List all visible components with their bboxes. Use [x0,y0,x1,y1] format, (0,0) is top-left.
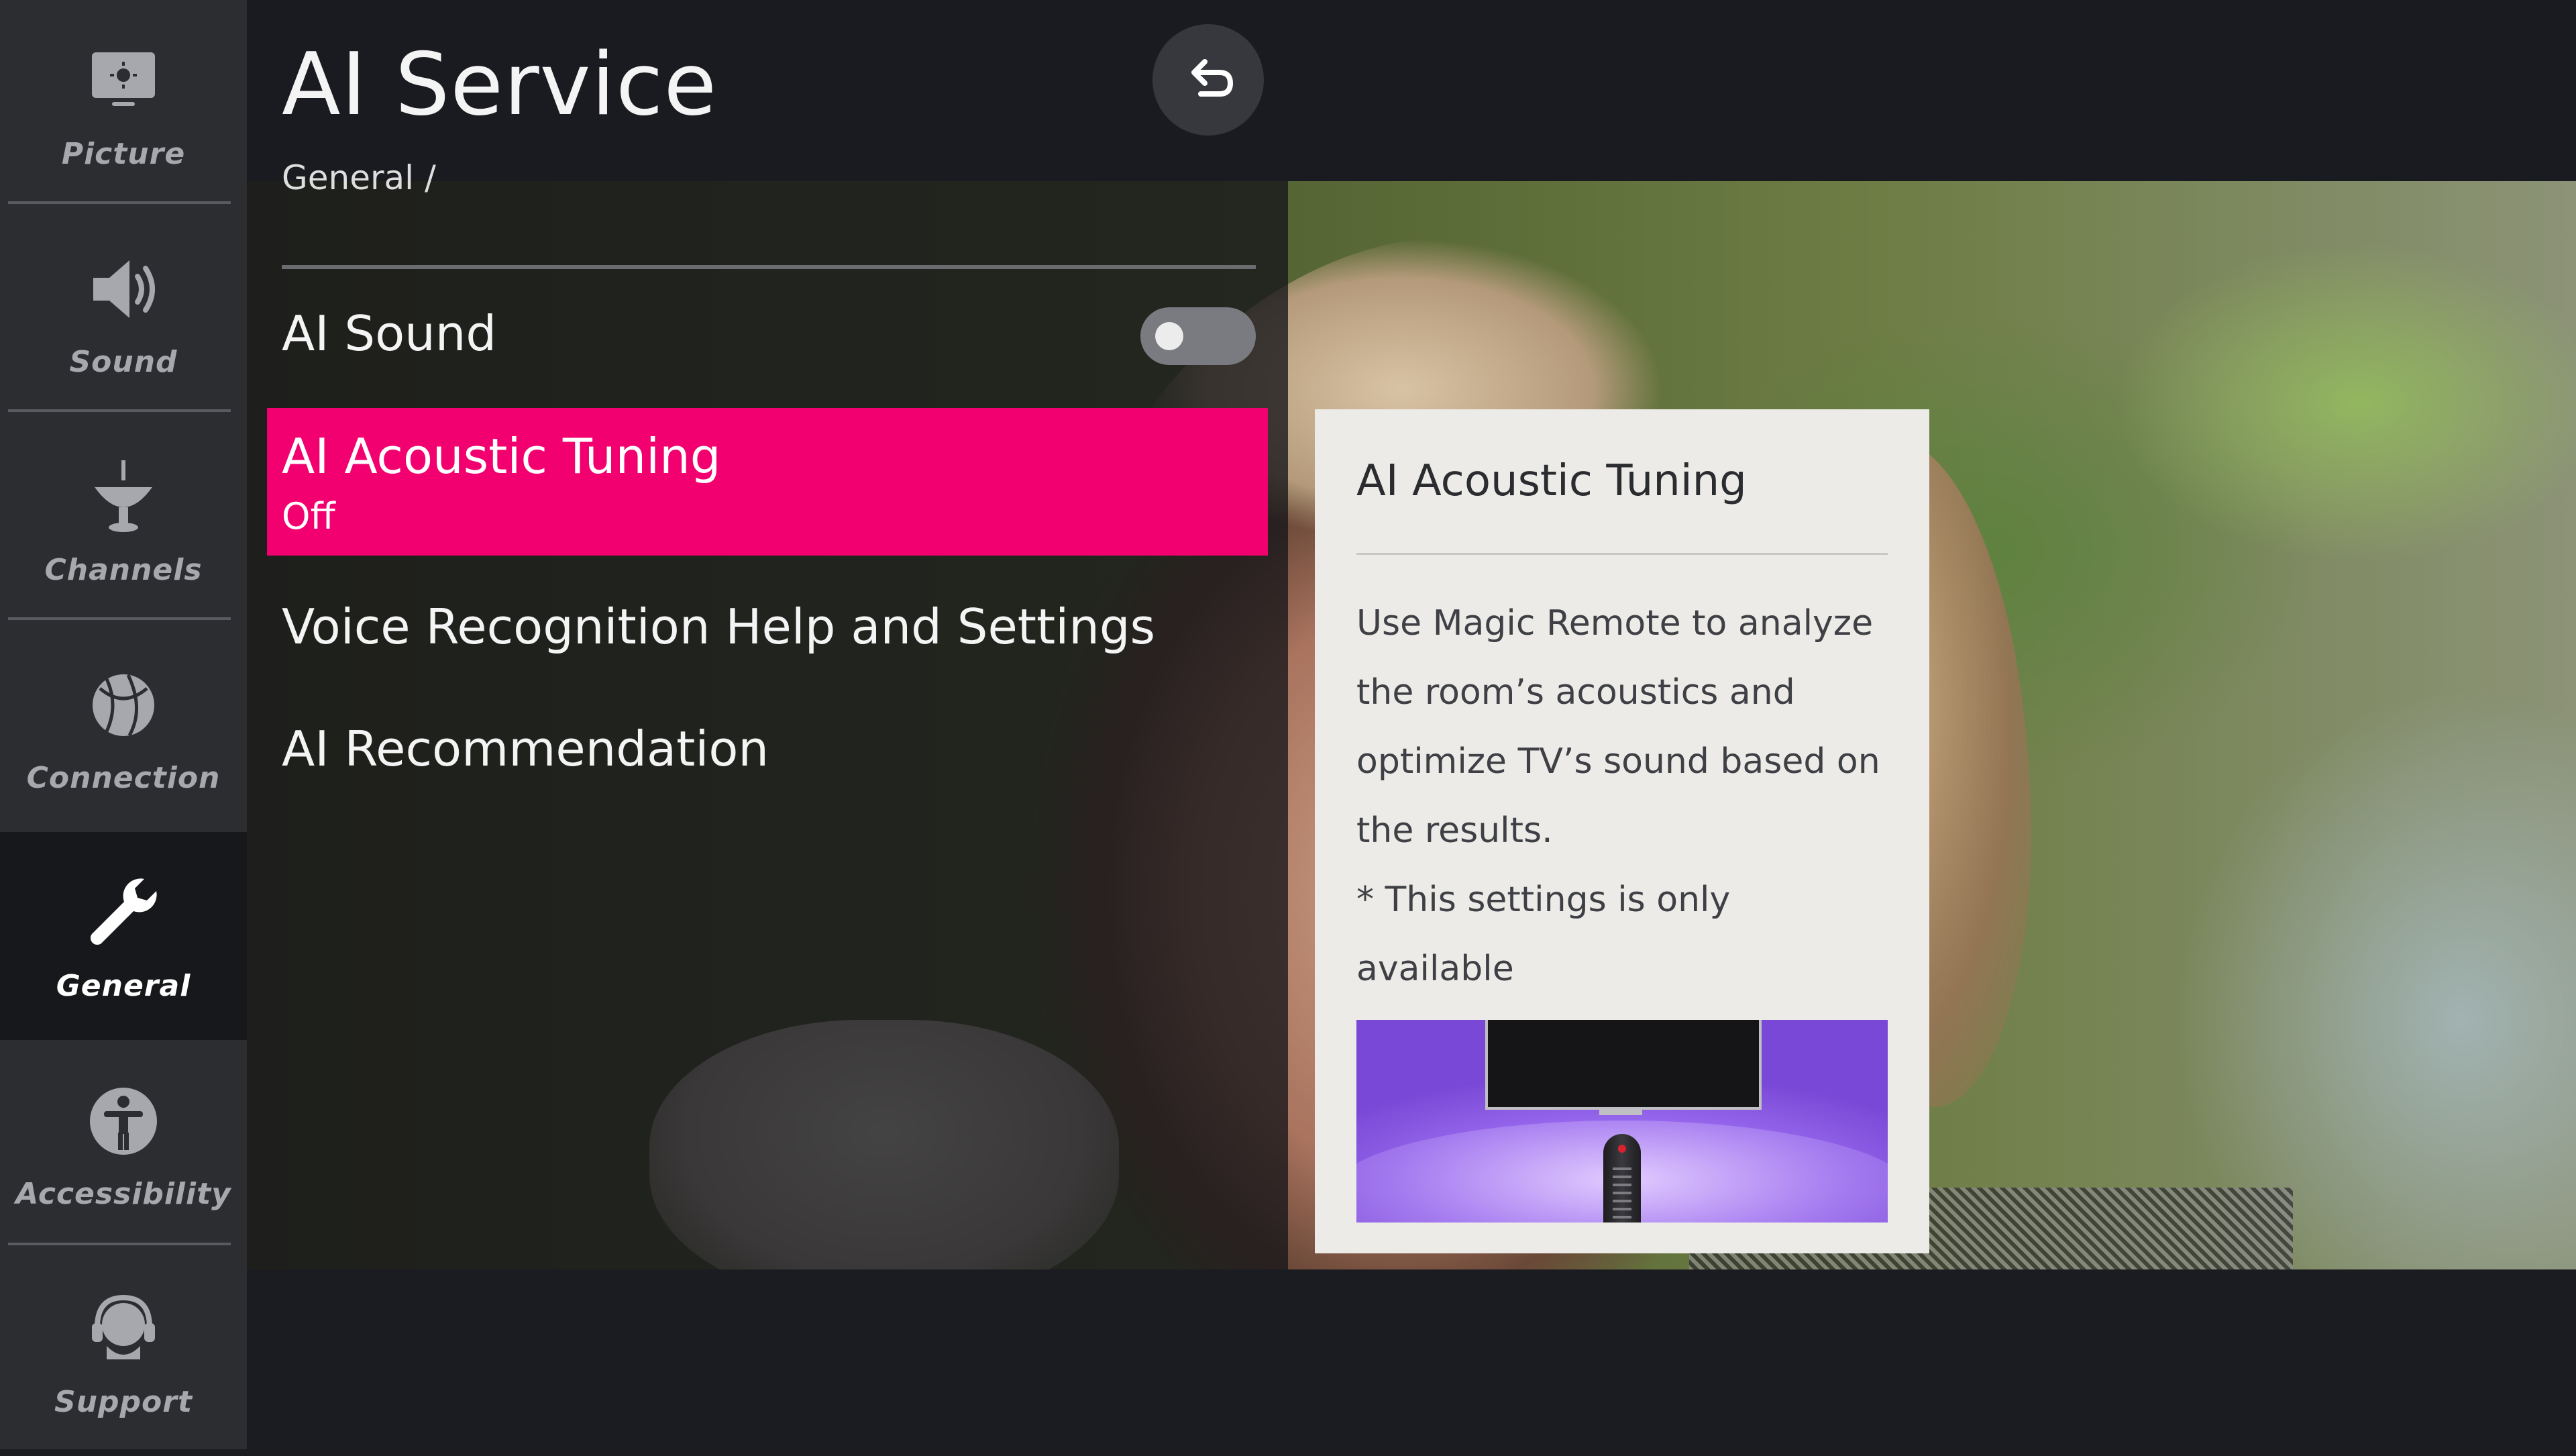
settings-sidebar: Picture Sound Channels Connection Genera… [0,0,247,1449]
sidebar-item-label: Connection [26,760,221,795]
page-title: AI Service [282,35,718,135]
info-line: the room’s acoustics and [1356,672,1795,713]
back-button[interactable] [1152,24,1264,136]
sidebar-item-picture[interactable]: Picture [0,0,247,208]
picture-icon [92,52,155,106]
info-line: * This settings is only available [1356,880,1731,989]
back-arrow-icon [1191,59,1234,97]
tv-stand [1599,1110,1642,1115]
sidebar-item-general[interactable]: General [0,832,247,1040]
tv-icon [1485,1020,1762,1110]
accessibility-icon [90,1087,157,1155]
menu-item-ai-recommendation[interactable]: AI Recommendation [282,721,769,777]
menu-item-value: Off [282,495,335,537]
remote-keypad-icon [1613,1167,1631,1223]
sidebar-divider [8,409,231,412]
sidebar-item-support[interactable]: Support [0,1248,247,1456]
sidebar-item-label: Picture [61,136,186,171]
sidebar-item-label: Accessibility [15,1176,231,1211]
info-panel: AI Acoustic Tuning Use Magic Remote to a… [1315,409,1929,1253]
sidebar-divider [8,1243,231,1245]
remote-power-button-icon [1618,1145,1626,1153]
toggle-knob [1155,322,1183,350]
sidebar-item-label: Support [54,1384,193,1419]
breadcrumb[interactable]: General / [282,158,436,197]
menu-item-voice-recognition[interactable]: Voice Recognition Help and Settings [282,599,1155,655]
info-line: optimize TV’s sound based on [1356,741,1880,782]
acoustic-tuning-illustration [1356,1020,1888,1223]
wrench-icon [91,878,157,945]
info-line: the results. [1356,811,1553,851]
sidebar-item-sound[interactable]: Sound [0,208,247,416]
menu-item-ai-sound[interactable]: AI Sound [282,305,496,362]
info-description: Use Magic Remote to analyze the room’s a… [1356,589,1893,1073]
ai-sound-toggle[interactable] [1140,307,1256,365]
menu-item-ai-acoustic-tuning[interactable]: AI Acoustic Tuning Off [267,408,1268,556]
magic-remote-icon [1603,1134,1641,1223]
info-line: Use Magic Remote to analyze [1356,603,1874,643]
menu-item-label: AI Acoustic Tuning [282,428,721,484]
sidebar-item-label: General [56,968,191,1003]
sidebar-item-accessibility[interactable]: Accessibility [0,1040,247,1248]
sidebar-divider [8,617,231,620]
sidebar-item-connection[interactable]: Connection [0,624,247,832]
info-title: AI Acoustic Tuning [1356,456,1747,506]
sidebar-item-label: Sound [69,344,178,379]
sidebar-item-label: Channels [44,552,203,587]
speaker-icon [93,260,155,318]
globe-icon [93,674,154,736]
headset-icon [92,1294,155,1359]
sidebar-divider [8,201,231,204]
bottom-band [247,1269,2576,1449]
antenna-icon [95,460,152,532]
sidebar-item-channels[interactable]: Channels [0,416,247,624]
info-divider [1356,553,1888,555]
menu-divider [282,265,1256,269]
